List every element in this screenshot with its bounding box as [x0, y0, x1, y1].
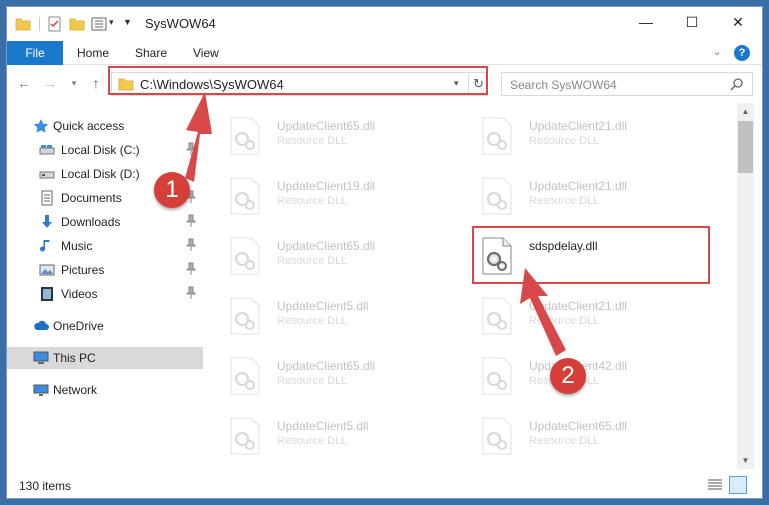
tab-share[interactable]: Share	[123, 41, 179, 65]
file-item[interactable]: UpdateClient19.dll Resource DLL	[211, 167, 441, 223]
music-icon	[40, 240, 50, 252]
file-item[interactable]: UpdateClient65.dll Resource DLL	[463, 407, 693, 463]
pin-icon[interactable]	[185, 214, 197, 228]
tab-home[interactable]: Home	[65, 41, 121, 65]
vertical-scrollbar[interactable]: ▲ ▼	[737, 103, 754, 469]
expand-ribbon-icon[interactable]: ⌄	[713, 47, 721, 58]
file-item[interactable]: UpdateClient65.dll Resource DLL	[211, 347, 441, 403]
star-icon	[33, 119, 49, 133]
network-icon	[33, 384, 49, 396]
customize-toolbar-icon[interactable]: ▼	[123, 17, 135, 33]
dll-file-icon	[482, 117, 512, 155]
dll-file-icon	[482, 417, 512, 455]
file-item[interactable]: UpdateClient21.dll Resource DLL	[463, 107, 693, 163]
file-item[interactable]: UpdateClient65.dll Resource DLL	[211, 227, 441, 283]
computer-icon	[33, 351, 49, 364]
sidebar-item-this-pc[interactable]: This PC	[7, 347, 203, 369]
pin-icon[interactable]	[185, 166, 197, 180]
dll-file-icon	[482, 357, 512, 395]
scroll-thumb[interactable]	[738, 121, 753, 173]
file-item[interactable]: UpdateClient65.dll Resource DLL	[211, 107, 441, 163]
dll-file-icon	[230, 237, 260, 275]
step-1-badge: 1	[154, 172, 190, 208]
chevron-down-icon[interactable]: ▾	[109, 17, 121, 33]
properties-icon[interactable]	[47, 16, 63, 32]
dll-file-icon	[230, 117, 260, 155]
details-view-icon[interactable]	[707, 478, 723, 492]
dll-file-icon	[230, 177, 260, 215]
up-arrow-icon[interactable]: ↑	[87, 75, 105, 91]
search-placeholder: Search SysWOW64	[510, 78, 617, 92]
dll-file-icon	[230, 297, 260, 335]
navigation-pane: Quick access Local Disk (C:) Local Disk …	[7, 103, 203, 469]
recent-locations-icon[interactable]: ▾	[65, 78, 83, 89]
title-bar: ▾ ▼ SysWOW64 — ☐ ✕	[7, 7, 762, 41]
pin-icon[interactable]	[185, 286, 197, 300]
step-2-badge: 2	[550, 358, 586, 394]
close-button[interactable]: ✕	[715, 7, 761, 37]
address-bar-highlight	[108, 66, 488, 95]
dll-file-icon	[482, 177, 512, 215]
videos-icon	[41, 287, 53, 301]
scroll-up-icon[interactable]: ▲	[737, 103, 754, 120]
maximize-button[interactable]: ☐	[669, 7, 715, 37]
sidebar-item-videos[interactable]: Videos	[7, 283, 203, 305]
drive-icon	[39, 145, 55, 155]
back-arrow-icon[interactable]: ←	[15, 75, 33, 91]
sidebar-item-pictures[interactable]: Pictures	[7, 259, 203, 281]
dll-file-icon	[230, 417, 260, 455]
pin-icon[interactable]	[185, 262, 197, 276]
help-icon[interactable]: ?	[734, 45, 750, 61]
file-item[interactable]: UpdateClient5.dll Resource DLL	[211, 287, 441, 343]
tab-file[interactable]: File	[7, 41, 63, 65]
status-bar: 130 items	[7, 473, 762, 498]
tiles-view-icon[interactable]	[729, 476, 747, 494]
item-count: 130 items	[19, 479, 72, 493]
file-item[interactable]: UpdateClient21.dll Resource DLL	[463, 287, 693, 343]
search-input[interactable]: Search SysWOW64	[501, 72, 753, 96]
search-icon	[730, 78, 743, 91]
dll-file-icon	[482, 297, 512, 335]
toolbar-divider	[39, 17, 40, 31]
sidebar-item-onedrive[interactable]: OneDrive	[7, 315, 203, 337]
ribbon-tabs: File Home Share View ⌄ ?	[7, 41, 762, 65]
forward-arrow-icon[interactable]: →	[41, 75, 59, 91]
pin-icon[interactable]	[185, 142, 197, 156]
downloads-icon	[42, 215, 52, 228]
tab-view[interactable]: View	[181, 41, 231, 65]
file-highlight	[472, 226, 710, 284]
documents-icon	[41, 190, 53, 206]
sidebar-item-downloads[interactable]: Downloads	[7, 211, 203, 233]
file-item[interactable]: UpdateClient21.dll Resource DLL	[463, 167, 693, 223]
pin-icon[interactable]	[185, 238, 197, 252]
minimize-button[interactable]: —	[623, 7, 669, 37]
sidebar-item-network[interactable]: Network	[7, 379, 203, 401]
cloud-icon	[34, 320, 49, 330]
sidebar-item-music[interactable]: Music	[7, 235, 203, 257]
view-options-icon[interactable]	[91, 16, 107, 32]
new-folder-icon[interactable]	[69, 16, 85, 32]
drive-icon	[39, 171, 55, 179]
nav-quick-access[interactable]: Quick access	[7, 115, 203, 137]
sidebar-item-local-disk-c[interactable]: Local Disk (C:)	[7, 139, 203, 161]
file-item[interactable]: UpdateClient5.dll Resource DLL	[211, 407, 441, 463]
window-title: SysWOW64	[145, 16, 216, 31]
pictures-icon	[39, 264, 55, 276]
file-list: UpdateClient65.dll Resource DLL UpdateCl…	[211, 103, 737, 469]
dll-file-icon	[230, 357, 260, 395]
folder-icon[interactable]	[15, 16, 31, 32]
scroll-down-icon[interactable]: ▼	[737, 452, 754, 469]
